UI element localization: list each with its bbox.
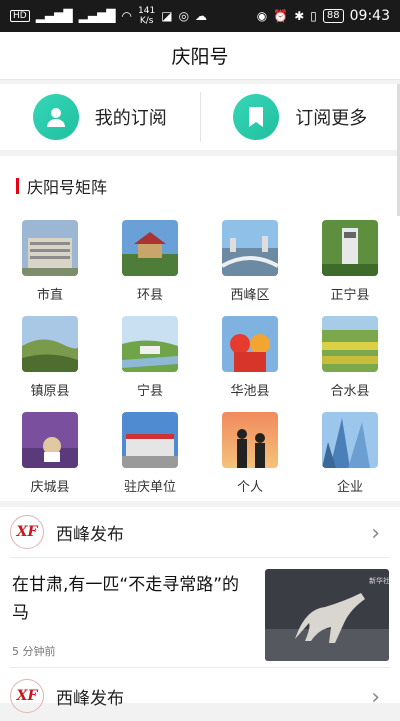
my-subscriptions-button[interactable]: 我的订阅: [0, 94, 200, 140]
source-row[interactable]: XF 西峰发布 ›: [0, 671, 400, 721]
subscribe-row: 我的订阅 订阅更多: [0, 84, 400, 150]
matrix-item-label: 华池县: [210, 380, 290, 399]
matrix-item-label: 庆城县: [10, 476, 90, 495]
news-list: XF 西峰发布 › 在甘肃,有一匹“不走寻常路”的马 5 分钟前 新华社 XF …: [0, 507, 400, 703]
thumbnail: [222, 316, 278, 372]
matrix-item-qiye[interactable]: 企业: [310, 412, 390, 495]
thumbnail: [122, 412, 178, 468]
matrix-item-xifengqu[interactable]: 西峰区: [210, 220, 290, 303]
thumbnail: [322, 412, 378, 468]
matrix-item-label: 宁县: [110, 380, 190, 399]
matrix-item-geren[interactable]: 个人: [210, 412, 290, 495]
thumbnail: [122, 220, 178, 276]
article-thumbnail: 新华社: [265, 569, 389, 661]
matrix-item-zhuqingdanwei[interactable]: 驻庆单位: [110, 412, 190, 495]
divider: [10, 667, 390, 668]
thumbnail: [122, 316, 178, 372]
thumbnail: [222, 412, 278, 468]
source-row[interactable]: XF 西峰发布 ›: [0, 507, 400, 557]
matrix-section: 庆阳号矩阵 市直 环县 西峰区 正宁县: [0, 156, 400, 501]
signal-icon: ▂▄▆█: [36, 9, 73, 23]
matrix-item-label: 合水县: [310, 380, 390, 399]
wechat-icon: ☁: [195, 9, 207, 23]
image-watermark: 新华社: [369, 576, 389, 585]
divider: [10, 557, 390, 558]
my-subscriptions-label: 我的订阅: [95, 104, 167, 130]
matrix-item-label: 环县: [110, 284, 190, 303]
matrix-item-zhenyuanxian[interactable]: 镇原县: [10, 316, 90, 399]
status-right: ◉ ⏰ ✱ ▯ 88 09:43: [257, 8, 390, 24]
subscribe-more-button[interactable]: 订阅更多: [201, 94, 400, 140]
status-bar: HD ▂▄▆█ ▂▄▆█ ◠ 141K/s ◪ ◎ ☁ ◉ ⏰ ✱ ▯ 88 0…: [0, 0, 400, 32]
matrix-item-heshuixian[interactable]: 合水县: [310, 316, 390, 399]
clock: 09:43: [350, 8, 390, 24]
matrix-item-zhengningxian[interactable]: 正宁县: [310, 220, 390, 303]
section-title: 庆阳号矩阵: [27, 174, 107, 198]
battery-indicator: 88: [323, 9, 344, 23]
eye-icon: ◉: [257, 9, 267, 23]
subscribe-more-label: 订阅更多: [295, 104, 367, 130]
article-item[interactable]: 在甘肃,有一匹“不走寻常路”的马 5 分钟前 新华社: [0, 559, 400, 667]
alarm-icon: ⏰: [273, 9, 288, 23]
matrix-item-qingchengxian[interactable]: 庆城县: [10, 412, 90, 495]
source-name: 西峰发布: [56, 684, 124, 709]
matrix-item-label: 市直: [10, 284, 90, 303]
chevron-right-icon: ›: [371, 521, 380, 546]
thumbnail: [322, 220, 378, 276]
user-icon: [33, 94, 79, 140]
thumbnail: [222, 220, 278, 276]
chevron-right-icon: ›: [371, 685, 380, 710]
matrix-item-label: 西峰区: [210, 284, 290, 303]
net-speed: 141K/s: [138, 6, 155, 26]
article-time: 5 分钟前: [12, 643, 56, 659]
wifi-icon: ◠: [122, 9, 132, 23]
matrix-item-huanxian[interactable]: 环县: [110, 220, 190, 303]
chat-icon: ◎: [179, 9, 189, 23]
matrix-item-shizhi[interactable]: 市直: [10, 220, 90, 303]
status-left: HD ▂▄▆█ ▂▄▆█ ◠ 141K/s ◪ ◎ ☁: [10, 6, 207, 26]
thumbnail: [22, 412, 78, 468]
matrix-item-label: 正宁县: [310, 284, 390, 303]
app-notification-icon: ◪: [161, 9, 172, 23]
matrix-item-label: 驻庆单位: [110, 476, 190, 495]
thumbnail: [22, 220, 78, 276]
app-header: 庆阳号: [0, 32, 400, 80]
source-logo: XF: [10, 515, 44, 549]
section-header: 庆阳号矩阵: [16, 174, 107, 198]
source-logo: XF: [10, 679, 44, 713]
matrix-item-label: 镇原县: [10, 380, 90, 399]
matrix-item-label: 企业: [310, 476, 390, 495]
vibrate-icon: ▯: [310, 9, 317, 23]
source-name: 西峰发布: [56, 520, 124, 545]
thumbnail: [322, 316, 378, 372]
article-title: 在甘肃,有一匹“不走寻常路”的马: [12, 571, 252, 627]
matrix-item-huachixian[interactable]: 华池县: [210, 316, 290, 399]
bluetooth-icon: ✱: [294, 9, 304, 23]
page-title: 庆阳号: [171, 42, 228, 69]
matrix-item-ningxian[interactable]: 宁县: [110, 316, 190, 399]
signal-icon-2: ▂▄▆█: [79, 9, 116, 23]
hd-indicator: HD: [10, 10, 30, 22]
bookmark-icon: [233, 94, 279, 140]
section-accent-bar: [16, 178, 19, 194]
thumbnail: [22, 316, 78, 372]
matrix-item-label: 个人: [210, 476, 290, 495]
